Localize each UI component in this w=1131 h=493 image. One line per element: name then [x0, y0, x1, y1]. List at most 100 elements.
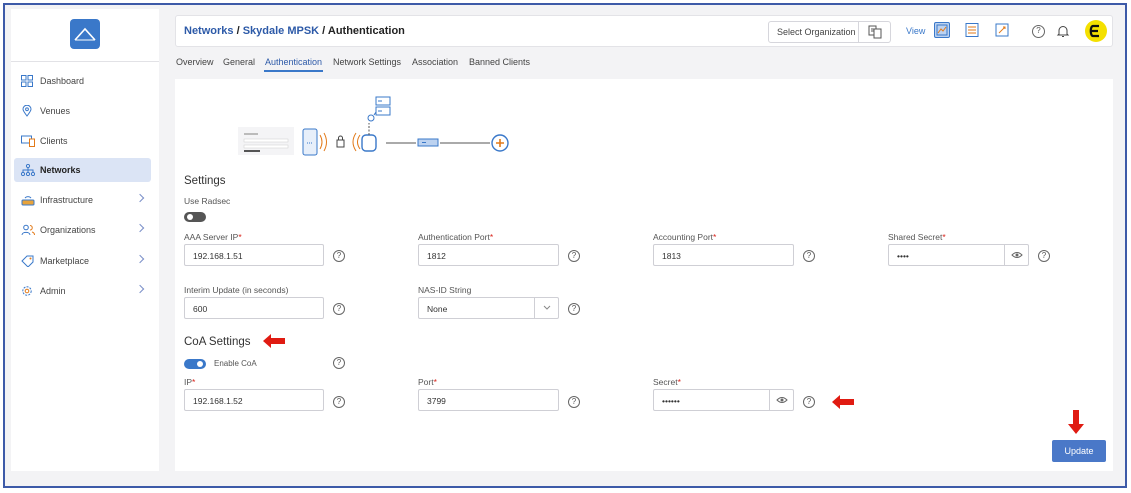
grid-icon	[21, 75, 35, 87]
accounting-port-label: Accounting Port*	[653, 232, 717, 242]
show-secret-eye-icon[interactable]	[1004, 245, 1028, 265]
map-pin-icon	[21, 104, 35, 117]
devices-icon	[21, 135, 35, 147]
sidebar-item-label: Infrastructure	[40, 195, 94, 205]
aaa-server-ip-input[interactable]: 192.168.1.51	[184, 244, 324, 266]
gear-icon	[21, 285, 35, 297]
bell-icon[interactable]	[1056, 24, 1070, 38]
nas-id-string-label: NAS-ID String	[418, 285, 472, 295]
annotation-arrow-down-icon	[1068, 410, 1084, 434]
breadcrumb-separator: /	[233, 25, 243, 37]
coa-secret-help-icon[interactable]: ?	[803, 396, 815, 408]
enable-coa-label: Enable CoA	[214, 359, 257, 368]
shared-secret-input[interactable]: ••••	[888, 244, 1029, 266]
sidebar-item-label: Clients	[40, 136, 68, 146]
internet-illustration	[491, 134, 509, 152]
sidebar-item-dashboard[interactable]: Dashboard	[14, 69, 151, 93]
tag-icon	[21, 255, 35, 268]
tab-association[interactable]: Association	[412, 57, 458, 67]
breadcrumb-networks-link[interactable]: Networks	[184, 25, 234, 37]
coa-port-help-icon[interactable]: ?	[568, 396, 580, 408]
view-list-icon[interactable]	[964, 22, 980, 38]
select-organization-label: Select Organization	[777, 27, 856, 37]
interim-update-input[interactable]: 600	[184, 297, 324, 319]
coa-ip-help-icon[interactable]: ?	[333, 396, 345, 408]
coa-secret-input[interactable]: ••••••	[653, 389, 794, 411]
view-dashboard-icon[interactable]	[934, 22, 950, 38]
tab-overview[interactable]: Overview	[176, 57, 214, 67]
sidebar-item-infrastructure[interactable]: Infrastructure	[14, 188, 151, 212]
breadcrumb-separator: /	[319, 25, 328, 37]
sidebar-item-label: Venues	[40, 106, 71, 116]
sidebar-item-venues[interactable]: Venues	[14, 99, 151, 123]
coa-ip-input[interactable]: 192.168.1.52	[184, 389, 324, 411]
active-tab-indicator	[264, 70, 323, 72]
update-button[interactable]: Update	[1052, 440, 1106, 462]
use-radsec-label: Use Radsec	[184, 196, 231, 206]
chevron-right-icon	[135, 284, 145, 294]
help-icon[interactable]: ?	[1032, 25, 1045, 38]
aaa-server-ip-help-icon[interactable]: ?	[333, 250, 345, 262]
radius-topology-diagram	[238, 96, 509, 156]
breadcrumb-network-link[interactable]: Skydale MPSK	[243, 25, 319, 37]
sidebar-item-admin[interactable]: Admin	[14, 279, 151, 303]
sidebar-item-label: Admin	[40, 286, 66, 296]
sidebar-item-clients[interactable]: Clients	[14, 129, 151, 153]
select-organization-dropdown[interactable]: Select Organization	[768, 21, 891, 43]
interim-update-help-icon[interactable]: ?	[333, 303, 345, 315]
top-header: Networks / Skydale MPSK / Authentication…	[175, 15, 1113, 47]
annotation-arrow-left-icon	[263, 334, 285, 348]
shared-secret-help-icon[interactable]: ?	[1038, 250, 1050, 262]
interim-update-label: Interim Update (in seconds)	[184, 285, 289, 295]
show-coa-secret-eye-icon[interactable]	[769, 390, 793, 410]
authentication-port-input[interactable]: 1812	[418, 244, 559, 266]
avatar[interactable]	[1085, 20, 1107, 42]
breadcrumb-current: Authentication	[327, 25, 405, 37]
aaa-server-ip-label: AAA Server IP*	[184, 232, 242, 242]
chevron-right-icon	[135, 223, 145, 233]
phone-illustration	[302, 128, 327, 156]
nas-id-string-help-icon[interactable]: ?	[568, 303, 580, 315]
sidebar-item-label: Marketplace	[40, 256, 90, 266]
sidebar-item-marketplace[interactable]: Marketplace	[14, 249, 151, 273]
coa-ip-label: IP*	[184, 377, 196, 387]
switch-illustration	[417, 138, 439, 147]
sidebar-item-label: Dashboard	[40, 76, 85, 86]
enable-coa-toggle[interactable]	[184, 359, 206, 369]
sidebar-item-label: Organizations	[40, 225, 96, 235]
sidebar: Dashboard Venues Clients Networks Infras…	[11, 9, 159, 471]
shared-secret-label: Shared Secret*	[888, 232, 946, 242]
authentication-port-label: Authentication Port*	[418, 232, 494, 242]
coa-port-label: Port*	[418, 377, 437, 387]
tab-authentication[interactable]: Authentication	[265, 57, 322, 67]
tab-banned-clients[interactable]: Banned Clients	[469, 57, 530, 67]
sidebar-item-organizations[interactable]: Organizations	[14, 218, 151, 242]
login-form-illustration	[238, 127, 294, 155]
authentication-port-help-icon[interactable]: ?	[568, 250, 580, 262]
breadcrumb: Networks / Skydale MPSK / Authentication	[184, 25, 405, 37]
annotation-arrow-left-icon	[832, 395, 854, 409]
view-report-icon[interactable]	[994, 22, 1010, 38]
accounting-port-help-icon[interactable]: ?	[803, 250, 815, 262]
chevron-down-icon[interactable]	[534, 298, 558, 318]
server-illustration	[367, 96, 391, 122]
lock-illustration	[336, 135, 345, 148]
view-label: View	[906, 26, 926, 36]
nas-id-string-select[interactable]: None	[418, 297, 559, 319]
chevron-right-icon	[135, 254, 145, 264]
sidebar-item-networks[interactable]: Networks	[14, 158, 151, 182]
brand-logo-icon[interactable]	[70, 19, 100, 49]
enable-coa-help-icon[interactable]: ?	[333, 357, 345, 369]
coa-port-input[interactable]: 3799	[418, 389, 559, 411]
switch-organization-icon[interactable]	[858, 22, 890, 42]
coa-settings-heading: CoA Settings	[184, 336, 251, 348]
nas-id-string-value: None	[427, 304, 448, 314]
tab-general[interactable]: General	[223, 57, 255, 67]
accounting-port-input[interactable]: 1813	[653, 244, 794, 266]
use-radsec-toggle[interactable]	[184, 212, 206, 222]
shared-secret-value: ••••	[897, 251, 909, 261]
settings-heading: Settings	[184, 175, 226, 187]
network-icon	[20, 163, 36, 177]
tab-network-settings[interactable]: Network Settings	[333, 57, 401, 67]
sidebar-item-label: Networks	[40, 165, 81, 175]
